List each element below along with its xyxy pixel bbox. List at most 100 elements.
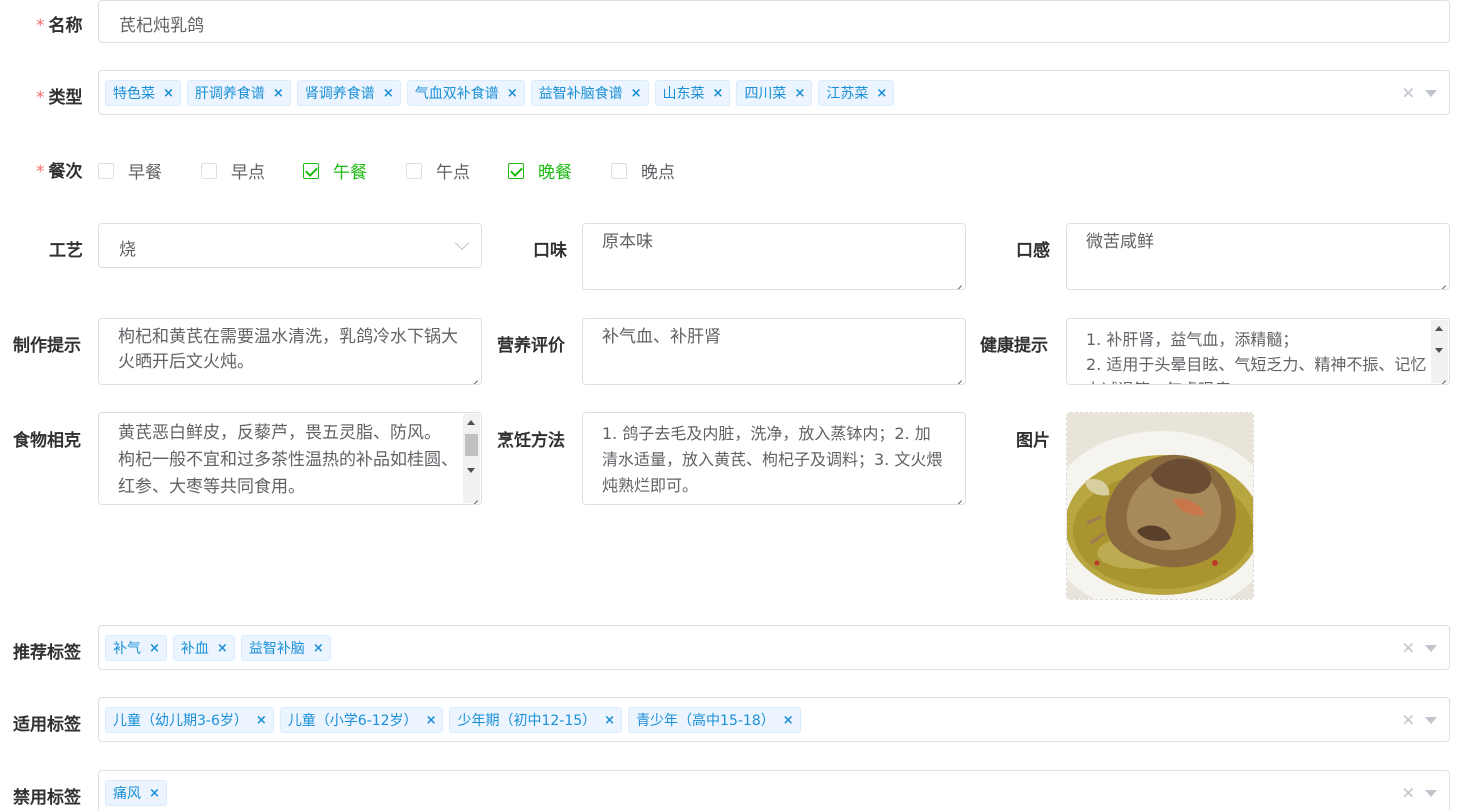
- scroll-up-icon[interactable]: [1435, 326, 1443, 331]
- name-input[interactable]: 芪杞炖乳鸽: [98, 0, 1450, 43]
- flavor-value: 原本味: [602, 232, 653, 252]
- tag-close-icon[interactable]: ×: [149, 641, 160, 656]
- clear-icon[interactable]: ✕: [1402, 638, 1415, 657]
- caret-down-icon[interactable]: [1425, 716, 1437, 724]
- tag-close-icon[interactable]: ×: [426, 713, 437, 728]
- flavor-label: 口味: [533, 241, 567, 261]
- conflict-label: 食物相克: [13, 431, 81, 451]
- tag-close-icon[interactable]: ×: [783, 713, 794, 728]
- tips-label: 制作提示: [13, 336, 81, 356]
- tag: 益智补脑食谱 ×: [530, 80, 649, 106]
- health-label: 健康提示: [980, 336, 1048, 356]
- scroll-down-icon[interactable]: [467, 468, 475, 473]
- tag: 四川菜 ×: [736, 80, 813, 106]
- nutrition-textarea[interactable]: 补气血、补肝肾: [582, 318, 966, 385]
- name-label: * 名称: [36, 16, 83, 36]
- scrollbar[interactable]: [463, 414, 480, 503]
- resize-handle-icon[interactable]: [1437, 372, 1447, 382]
- tag: 补气 ×: [105, 635, 167, 661]
- meal-checkbox-night-snack[interactable]: 晚点: [611, 158, 675, 183]
- checkbox-box[interactable]: [406, 162, 422, 179]
- suitable-select[interactable]: 儿童（幼儿期3-6岁） × 儿童（小学6-12岁） × 少年期（初中12-15） × 青少年…: [98, 697, 1450, 742]
- scroll-up-icon[interactable]: [467, 420, 475, 425]
- meal-checkbox-breakfast[interactable]: 早餐: [98, 158, 162, 183]
- scroll-thumb[interactable]: [465, 434, 478, 456]
- tips-textarea[interactable]: 枸杞和黄芪在需要温水清洗，乳鸽冷水下锅大火晒开后文火炖。: [98, 318, 482, 385]
- clear-icon[interactable]: ✕: [1402, 710, 1415, 729]
- meal-checkbox-afternoon-snack[interactable]: 午点: [406, 158, 470, 183]
- texture-value: 微苦咸鲜: [1086, 232, 1154, 252]
- tag-label: 补血: [180, 641, 209, 657]
- tag-close-icon[interactable]: ×: [507, 86, 518, 101]
- required-mark: *: [36, 88, 45, 108]
- flavor-textarea[interactable]: 原本味: [582, 223, 966, 290]
- checkbox-box[interactable]: [508, 162, 524, 179]
- tag-label: 少年期（初中12-15）: [457, 713, 597, 729]
- meal-checkbox-morning-snack[interactable]: 早点: [201, 158, 265, 183]
- resize-handle-icon[interactable]: [953, 372, 963, 382]
- texture-textarea[interactable]: 微苦咸鲜: [1066, 223, 1450, 290]
- tag-label: 益智补脑: [248, 641, 305, 657]
- required-mark: *: [36, 16, 45, 36]
- tag: 痛风 ×: [105, 780, 167, 806]
- craft-select[interactable]: 烧: [98, 223, 482, 268]
- nutrition-value: 补气血、补肝肾: [602, 327, 721, 347]
- tag: 儿童（小学6-12岁） ×: [279, 707, 444, 733]
- checkbox-box[interactable]: [98, 162, 114, 179]
- tag-label: 儿童（幼儿期3-6岁）: [113, 713, 248, 729]
- meal-checkbox-lunch[interactable]: 午餐: [303, 158, 367, 183]
- tag-close-icon[interactable]: ×: [313, 641, 324, 656]
- tag: 益智补脑 ×: [240, 635, 331, 661]
- tag-close-icon[interactable]: ×: [876, 86, 887, 101]
- tag-label: 青少年（高中15-18）: [636, 713, 775, 729]
- tag: 肝调养食谱 ×: [186, 80, 291, 106]
- tag-close-icon[interactable]: ×: [217, 641, 228, 656]
- meal-checkbox-dinner[interactable]: 晚餐: [508, 158, 572, 183]
- tag-close-icon[interactable]: ×: [604, 713, 615, 728]
- tag-close-icon[interactable]: ×: [163, 86, 174, 101]
- clear-icon[interactable]: ✕: [1402, 783, 1415, 802]
- conflict-textarea[interactable]: 黄芪恶白鲜皮，反藜芦，畏五灵脂、防风。 枸杞一般不宜和过多茶性温热的补品如桂圆、…: [98, 412, 482, 505]
- tag-label: 山东菜: [662, 86, 705, 102]
- tag-close-icon[interactable]: ×: [794, 86, 805, 101]
- tag: 江苏菜 ×: [818, 80, 895, 106]
- resize-handle-icon[interactable]: [469, 372, 479, 382]
- method-textarea[interactable]: 1. 鸽子去毛及内脏，洗净，放入蒸钵内；2. 加清水适量，放入黄芪、枸杞子及调料…: [582, 412, 966, 505]
- health-textarea[interactable]: 1. 补肝肾，益气血，添精髓； 2. 适用于头晕目眩、气短乏力、精神不振、记忆力…: [1066, 318, 1450, 385]
- tag-close-icon[interactable]: ×: [383, 86, 394, 101]
- type-label: * 类型: [36, 88, 83, 108]
- health-value: 1. 补肝肾，益气血，添精髓； 2. 适用于头晕目眩、气短乏力、精神不振、记忆力…: [1086, 330, 1427, 384]
- suitable-tag-list: 儿童（幼儿期3-6岁） × 儿童（小学6-12岁） × 少年期（初中12-15） × 青少年…: [105, 707, 801, 733]
- tag-label: 补气: [113, 641, 141, 657]
- tag-close-icon[interactable]: ×: [273, 86, 284, 101]
- tag-close-icon[interactable]: ×: [631, 86, 642, 101]
- tag-label: 痛风: [113, 786, 141, 802]
- resize-handle-icon[interactable]: [953, 492, 963, 502]
- tag-label: 儿童（小学6-12岁）: [287, 713, 418, 729]
- caret-down-icon[interactable]: [1425, 89, 1437, 97]
- recommend-tag-list: 补气 × 补血 × 益智补脑 ×: [105, 635, 331, 661]
- clear-icon[interactable]: ✕: [1402, 83, 1415, 102]
- tag-close-icon[interactable]: ×: [256, 713, 267, 728]
- resize-handle-icon[interactable]: [469, 492, 479, 502]
- name-value: 芪杞炖乳鸽: [119, 16, 204, 36]
- recommend-label: 推荐标签: [13, 643, 81, 663]
- tag: 特色菜 ×: [105, 80, 181, 106]
- caret-down-icon[interactable]: [1425, 644, 1437, 652]
- required-mark: *: [36, 162, 45, 182]
- checkbox-box[interactable]: [611, 162, 627, 179]
- checkbox-box[interactable]: [303, 162, 319, 179]
- recommend-select[interactable]: 补气 × 补血 × 益智补脑 × ✕: [98, 625, 1450, 670]
- forbidden-select[interactable]: 痛风 × ✕: [98, 770, 1450, 810]
- checkbox-box[interactable]: [201, 162, 217, 179]
- tag-close-icon[interactable]: ×: [149, 786, 160, 801]
- tag-close-icon[interactable]: ×: [713, 86, 724, 101]
- craft-label: 工艺: [49, 241, 83, 261]
- scroll-down-icon[interactable]: [1435, 348, 1443, 353]
- resize-handle-icon[interactable]: [1437, 277, 1447, 287]
- dish-image[interactable]: [1066, 412, 1254, 600]
- resize-handle-icon[interactable]: [953, 277, 963, 287]
- type-select[interactable]: 特色菜 × 肝调养食谱 × 肾调养食谱 × 气血双补食谱 × 益智补脑食谱 × 山东菜 × 四川菜 × 江苏…: [98, 70, 1450, 115]
- chevron-down-icon[interactable]: [454, 235, 470, 251]
- caret-down-icon[interactable]: [1425, 789, 1437, 797]
